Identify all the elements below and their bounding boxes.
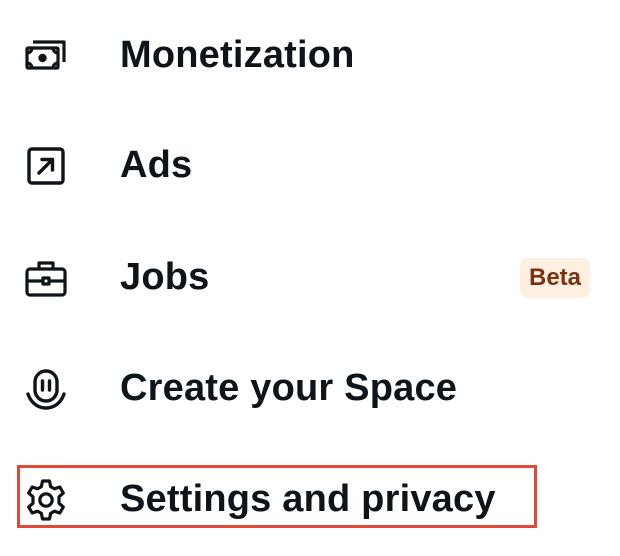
monetization-icon [22, 32, 70, 80]
spaces-microphone-icon [22, 365, 70, 413]
menu-item-jobs[interactable]: Jobs Beta [0, 222, 620, 334]
menu-item-create-space[interactable]: Create your Space [0, 333, 620, 445]
menu-item-ads[interactable]: Ads [0, 110, 620, 222]
briefcase-icon [22, 254, 70, 302]
menu-item-label: Ads [120, 144, 193, 187]
more-menu: Monetization Ads Jobs Beta Create your S… [0, 0, 620, 546]
menu-item-label: Create your Space [120, 367, 458, 410]
beta-badge: Beta [520, 258, 591, 298]
menu-item-label: Jobs [120, 256, 210, 299]
menu-item-settings-and-privacy[interactable]: Settings and privacy [0, 444, 620, 556]
arrow-up-right-square-icon [22, 142, 70, 190]
menu-item-label: Monetization [120, 34, 355, 77]
menu-item-monetization[interactable]: Monetization [0, 0, 620, 112]
gear-icon [22, 476, 70, 524]
menu-item-label: Settings and privacy [120, 478, 496, 521]
